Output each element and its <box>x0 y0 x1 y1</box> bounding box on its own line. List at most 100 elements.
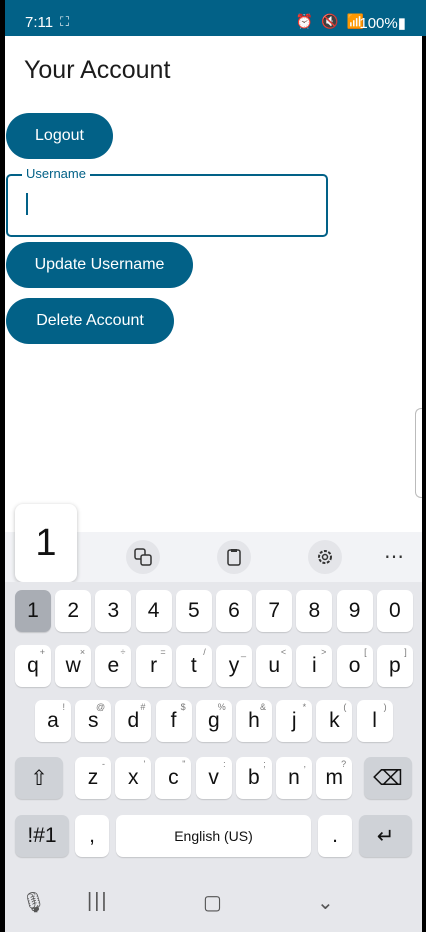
delete-account-button[interactable]: Delete Account <box>6 298 174 344</box>
key-label: f <box>170 709 177 732</box>
status-icons: ⏰ 🔇 📶 <box>295 13 366 29</box>
key-label: m <box>325 766 343 789</box>
key-m[interactable]: m? <box>316 757 353 799</box>
microphone-icon[interactable]: 🎙 <box>21 890 46 915</box>
key-y[interactable]: y _ <box>216 645 252 687</box>
key-4[interactable]: 4 <box>135 590 172 632</box>
key-b[interactable]: b; <box>235 757 272 799</box>
key-label: u <box>268 654 281 677</box>
key-label: e <box>107 654 120 677</box>
symbols-key[interactable]: !#1 <box>15 815 69 857</box>
key-w[interactable]: w × <box>55 645 92 687</box>
key-secondary-label: / <box>203 647 206 657</box>
key-label: ↵ <box>376 824 395 848</box>
key-secondary-label: , <box>303 759 306 769</box>
key-label: w <box>65 654 81 677</box>
update-username-button[interactable]: Update Username <box>6 242 193 288</box>
key-o[interactable]: o[ <box>336 645 373 687</box>
key-u[interactable]: u < <box>256 645 293 687</box>
key-label: 1 <box>27 599 39 622</box>
key-e[interactable]: e ÷ <box>95 645 132 687</box>
key-j[interactable]: j * <box>276 700 313 742</box>
system-nav-bar: 🎙 ||| ▢ ⌄ <box>5 880 422 932</box>
translate-icon[interactable] <box>126 540 160 574</box>
key-6[interactable]: 6 <box>216 590 252 632</box>
key-label: i <box>312 654 317 677</box>
key-9[interactable]: 9 <box>336 590 373 632</box>
key-x[interactable]: x ' <box>115 757 152 799</box>
key-2[interactable]: 2 <box>55 590 92 632</box>
back-chevron-down-icon[interactable]: ⌄ <box>317 890 334 915</box>
key-secondary-label: : <box>223 759 226 769</box>
key-5[interactable]: 5 <box>175 590 212 632</box>
key-label: s <box>87 709 99 732</box>
key-l[interactable]: l) <box>356 700 393 742</box>
key-s[interactable]: s @ <box>75 700 112 742</box>
key-label: a <box>47 709 59 732</box>
shift-key[interactable]: ⇧ <box>15 757 63 799</box>
key-h[interactable]: h & <box>236 700 272 742</box>
key-secondary-label: [ <box>364 647 367 657</box>
keyboard-keys: 1 2 3 4 5 6 7 8 9 0 q + w × e ÷ r = t / y _ u < i > o[p] a! s @ d # f $ g%… <box>5 582 422 882</box>
key-label: 9 <box>348 599 361 622</box>
key-secondary-label: * <box>302 702 307 712</box>
key-r[interactable]: r = <box>135 645 172 687</box>
key-3[interactable]: 3 <box>95 590 132 632</box>
key-i[interactable]: i > <box>296 645 333 687</box>
edge-panel-handle[interactable] <box>415 408 422 498</box>
key-v[interactable]: v: <box>195 757 232 799</box>
key-label: g <box>207 709 220 732</box>
screen-edge-right <box>422 0 426 932</box>
key-secondary-label: & <box>259 702 266 712</box>
key-c[interactable]: c " <box>155 757 192 799</box>
key-secondary-label: ; <box>263 759 266 769</box>
key-label: 3 <box>107 599 120 622</box>
key-d[interactable]: d # <box>115 700 152 742</box>
key-label: r <box>150 654 158 677</box>
key-t[interactable]: t / <box>175 645 212 687</box>
key-n[interactable]: n, <box>276 757 312 799</box>
key-secondary-label: ' <box>143 759 146 769</box>
key-label: j <box>291 709 297 732</box>
space-bar[interactable]: English (US) <box>116 815 311 857</box>
key-label: , <box>89 824 95 847</box>
keyboard-toolbar: 1 ⋯ <box>5 504 422 582</box>
key-secondary-label: + <box>39 647 45 657</box>
comma-key[interactable]: , <box>75 815 109 857</box>
home-icon[interactable]: ▢ <box>203 890 222 915</box>
key-label: 6 <box>228 599 240 622</box>
key-8[interactable]: 8 <box>296 590 333 632</box>
key-7[interactable]: 7 <box>256 590 293 632</box>
key-label: z <box>87 766 99 789</box>
key-label: !#1 <box>27 824 57 847</box>
key-0[interactable]: 0 <box>376 590 413 632</box>
key-label: x <box>127 766 139 789</box>
recent-apps-icon[interactable]: ||| <box>87 890 109 913</box>
key-label: t <box>190 654 197 677</box>
key-1[interactable]: 1 <box>15 590 51 632</box>
key-g[interactable]: g% <box>195 700 232 742</box>
key-p[interactable]: p] <box>376 645 413 687</box>
key-label: c <box>168 766 179 789</box>
backspace-key[interactable]: ⌫ <box>364 757 412 799</box>
status-time: 7:11 <box>25 14 54 31</box>
key-f[interactable]: f $ <box>155 700 192 742</box>
settings-gear-icon[interactable] <box>308 540 342 574</box>
key-label: d <box>127 709 140 732</box>
key-secondary-label: ! <box>62 702 65 712</box>
key-z[interactable]: z- <box>75 757 111 799</box>
key-a[interactable]: a! <box>35 700 71 742</box>
enter-key[interactable]: ↵ <box>359 815 412 857</box>
more-options-icon[interactable]: ⋯ <box>384 544 404 569</box>
key-secondary-label: < <box>280 647 287 657</box>
key-k[interactable]: k( <box>316 700 353 742</box>
space-bar-label: English (US) <box>174 828 253 844</box>
period-key[interactable]: . <box>318 815 352 857</box>
clipboard-icon[interactable] <box>217 540 251 574</box>
key-q[interactable]: q + <box>15 645 51 687</box>
key-preview-popup: 1 <box>15 504 77 582</box>
username-field[interactable]: Username <box>6 166 328 237</box>
key-label: v <box>208 766 219 789</box>
logout-button[interactable]: Logout <box>6 113 113 159</box>
key-secondary-label: ( <box>343 702 347 712</box>
